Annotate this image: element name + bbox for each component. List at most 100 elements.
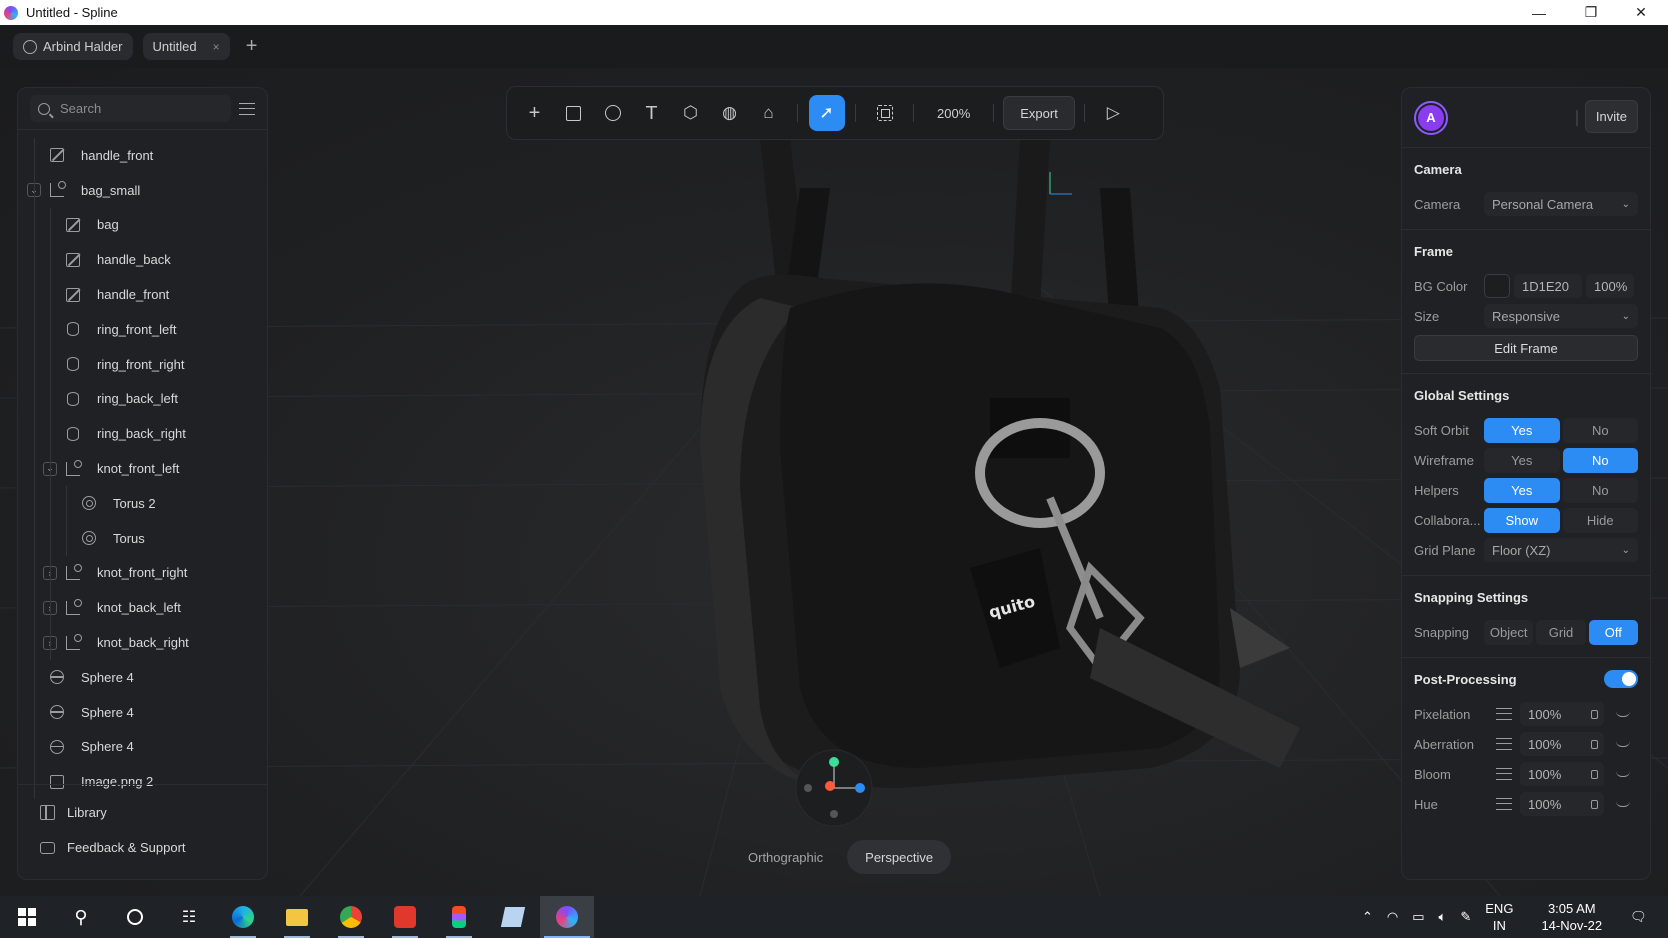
perspective-button[interactable]: Perspective	[847, 840, 952, 874]
curve-icon[interactable]	[1616, 741, 1630, 747]
camera-select[interactable]: Personal Camera ⌄	[1484, 192, 1638, 216]
snapping-off[interactable]: Off	[1588, 619, 1638, 645]
lock-icon[interactable]	[1591, 709, 1598, 719]
file-tab[interactable]: Untitled ×	[142, 33, 230, 60]
orthographic-button[interactable]: Orthographic	[730, 840, 841, 874]
add-object-button[interactable]: +	[517, 95, 553, 131]
task-view-button[interactable]: ☷	[162, 896, 216, 938]
layer-item[interactable]: ⌄bag_small	[18, 172, 267, 208]
effect-value-input[interactable]: 100%	[1520, 792, 1604, 816]
axis-gizmo[interactable]	[795, 749, 873, 827]
pen-icon[interactable]: ✎	[1460, 909, 1471, 925]
ellipse-tool-button[interactable]	[595, 95, 631, 131]
layer-item[interactable]: ring_back_left	[18, 381, 267, 417]
effect-value-input[interactable]: 100%	[1520, 732, 1604, 756]
sliders-icon[interactable]	[1496, 798, 1512, 810]
layer-item[interactable]: bag	[18, 207, 267, 243]
library-button[interactable]: Library	[18, 795, 267, 830]
layer-item[interactable]: handle_front	[18, 138, 267, 173]
bg-color-hex[interactable]: 1D1E20	[1514, 274, 1582, 298]
snapping-object[interactable]: Object	[1484, 619, 1534, 645]
search-taskbar-button[interactable]: ⚲	[54, 896, 108, 938]
chevron-up-icon[interactable]: ⌃	[1362, 909, 1373, 925]
clock[interactable]: 3:05 AM 14-Nov-22	[1541, 900, 1602, 934]
frame-tool-button[interactable]	[867, 95, 903, 131]
bg-color-opacity[interactable]: 100%	[1586, 274, 1634, 298]
search-input[interactable]: Search	[30, 95, 231, 122]
cortana-button[interactable]	[108, 896, 162, 938]
play-button[interactable]: ▷	[1095, 95, 1131, 131]
layer-item[interactable]: ring_front_right	[18, 346, 267, 382]
feedback-button[interactable]: Feedback & Support	[18, 830, 267, 865]
sliders-icon[interactable]	[1496, 738, 1512, 750]
battery-icon[interactable]: ▭	[1412, 909, 1424, 925]
post-processing-switch[interactable]	[1604, 670, 1638, 688]
wifi-icon[interactable]: ◠	[1387, 909, 1398, 925]
curve-icon[interactable]	[1616, 801, 1630, 807]
sliders-icon[interactable]	[1496, 708, 1512, 720]
tag-tool-button[interactable]: ⌂	[751, 95, 787, 131]
snapping-grid[interactable]: Grid	[1536, 619, 1586, 645]
figma-app[interactable]	[432, 896, 486, 938]
helpers-no[interactable]: No	[1562, 477, 1638, 503]
size-select[interactable]: Responsive ⌄	[1484, 304, 1638, 328]
collaborators-show[interactable]: Show	[1484, 507, 1560, 533]
layer-item[interactable]: ›knot_back_left	[18, 590, 267, 626]
minimize-icon[interactable]: —	[1514, 0, 1564, 25]
curve-icon[interactable]	[1616, 771, 1630, 777]
layer-item[interactable]: handle_front	[18, 277, 267, 312]
zoom-level[interactable]: 200%	[923, 106, 984, 121]
menu-icon[interactable]	[239, 102, 255, 115]
grid-plane-select[interactable]: Floor (XZ) ⌄	[1484, 538, 1638, 562]
wps-app[interactable]	[378, 896, 432, 938]
layer-item[interactable]: Torus	[18, 520, 267, 556]
curve-icon[interactable]	[1616, 711, 1630, 717]
rectangle-tool-button[interactable]	[556, 95, 592, 131]
soft-orbit-yes[interactable]: Yes	[1484, 417, 1560, 443]
notes-app[interactable]	[486, 896, 540, 938]
layer-item[interactable]: Sphere 4	[18, 729, 267, 765]
soft-orbit-no[interactable]: No	[1562, 417, 1638, 443]
chrome-app[interactable]	[324, 896, 378, 938]
add-tab-icon[interactable]: +	[240, 35, 264, 58]
close-window-icon[interactable]: ✕	[1616, 0, 1666, 25]
layer-item[interactable]: handle_back	[18, 242, 267, 278]
spline-app[interactable]	[540, 896, 594, 938]
edit-frame-button[interactable]: Edit Frame	[1414, 335, 1638, 361]
wireframe-yes[interactable]: Yes	[1484, 447, 1560, 473]
layer-item[interactable]: Sphere 4	[18, 694, 267, 730]
restore-icon[interactable]: ❐	[1566, 0, 1616, 25]
notifications-icon[interactable]: 🗨︎	[1630, 909, 1647, 925]
avatar[interactable]: A	[1414, 100, 1448, 135]
layer-item[interactable]: ⌄knot_front_left	[18, 451, 267, 486]
volume-icon[interactable]: 🔈︎	[1439, 909, 1447, 925]
cube-tool-button[interactable]: ⬡	[673, 95, 709, 131]
layer-item[interactable]: ring_front_left	[18, 311, 267, 347]
file-explorer-app[interactable]	[270, 896, 324, 938]
language-indicator[interactable]: ENG IN	[1485, 900, 1513, 934]
effect-value-input[interactable]: 100%	[1520, 762, 1604, 786]
select-tool-button[interactable]: ➚	[808, 95, 845, 131]
sliders-icon[interactable]	[1496, 768, 1512, 780]
effect-value-input[interactable]: 100%	[1520, 702, 1604, 726]
wireframe-no[interactable]: No	[1562, 447, 1638, 473]
layer-item[interactable]: ring_back_right	[18, 416, 267, 452]
edge-app[interactable]	[216, 896, 270, 938]
layer-item[interactable]: Sphere 4	[18, 659, 267, 695]
collaborators-hide[interactable]: Hide	[1562, 507, 1638, 533]
lock-icon[interactable]	[1591, 769, 1598, 779]
bg-color-swatch[interactable]	[1484, 274, 1510, 298]
start-button[interactable]	[0, 896, 54, 938]
text-tool-button[interactable]: T	[634, 95, 670, 131]
user-tab[interactable]: Arbind Halder	[13, 33, 133, 60]
layer-item[interactable]: ›knot_front_right	[18, 555, 267, 591]
layer-item[interactable]: Torus 2	[18, 485, 267, 521]
close-tab-icon[interactable]: ×	[213, 40, 220, 54]
export-button[interactable]: Export	[1003, 96, 1075, 130]
helpers-yes[interactable]: Yes	[1484, 477, 1560, 503]
layer-item[interactable]: ›knot_back_right	[18, 625, 267, 660]
invite-button[interactable]: Invite	[1584, 100, 1638, 133]
lock-icon[interactable]	[1591, 799, 1598, 809]
lock-icon[interactable]	[1591, 739, 1598, 749]
sphere-tool-button[interactable]: ◍	[712, 95, 748, 131]
